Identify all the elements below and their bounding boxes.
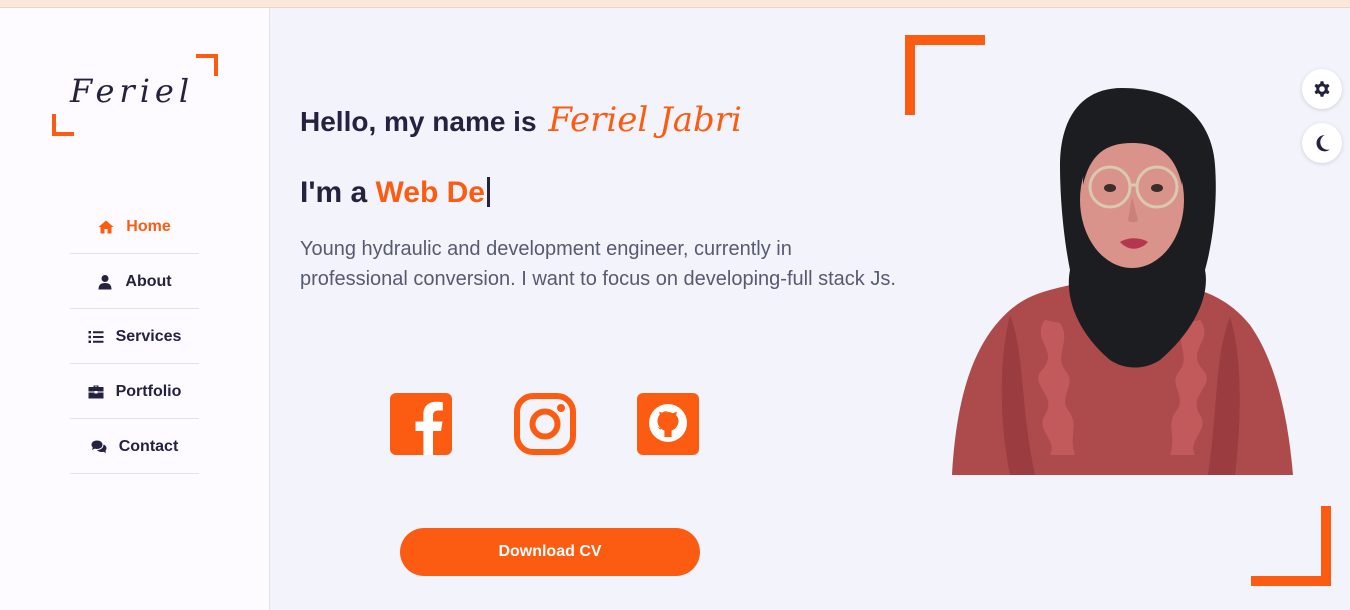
moon-icon bbox=[1316, 135, 1330, 152]
user-icon bbox=[98, 274, 112, 289]
instagram-link[interactable] bbox=[514, 393, 576, 455]
theme-toggle[interactable] bbox=[1302, 123, 1342, 163]
logo-corner-bottom-left bbox=[52, 114, 74, 136]
chat-icon bbox=[91, 440, 107, 453]
role-prefix: I'm a bbox=[300, 176, 368, 209]
browser-top-strip bbox=[0, 0, 1350, 8]
github-link[interactable] bbox=[637, 393, 699, 455]
main-nav: Home About Services Portfolio Contact bbox=[70, 200, 199, 475]
nav-item-about[interactable]: About bbox=[70, 255, 199, 309]
instagram-icon bbox=[514, 393, 576, 455]
home-icon bbox=[98, 220, 114, 233]
nav-item-contact[interactable]: Contact bbox=[70, 420, 199, 474]
nav-label-home: Home bbox=[126, 217, 171, 235]
facebook-icon bbox=[390, 393, 452, 455]
github-icon bbox=[637, 393, 699, 455]
nav-label-contact: Contact bbox=[118, 437, 179, 455]
hero-name: Feriel Jabri bbox=[548, 100, 742, 140]
nav-label-about: About bbox=[125, 272, 172, 290]
typing-cursor bbox=[486, 177, 490, 207]
logo[interactable]: Feriel bbox=[52, 54, 218, 136]
hero-description: Young hydraulic and development engineer… bbox=[300, 238, 896, 290]
nav-label-portfolio: Portfolio bbox=[115, 382, 182, 400]
frame-corner-bottom-right bbox=[1251, 506, 1331, 586]
logo-corner-top-right bbox=[196, 54, 218, 76]
role-typed-text: Web De bbox=[375, 176, 485, 209]
hero-greeting: Hello, my name is Feriel Jabri bbox=[300, 100, 742, 140]
gear-icon bbox=[1314, 81, 1330, 97]
greeting-text: Hello, my name is bbox=[300, 106, 537, 137]
download-cv-button[interactable]: Download CV bbox=[400, 528, 700, 576]
nav-item-home[interactable]: Home bbox=[70, 200, 199, 254]
profile-photo bbox=[952, 88, 1293, 475]
sidebar: Feriel Home About Services Portfolio Con… bbox=[0, 8, 270, 610]
nav-item-services[interactable]: Services bbox=[70, 310, 199, 364]
nav-item-portfolio[interactable]: Portfolio bbox=[70, 365, 199, 419]
hero-role: I'm a Web De bbox=[300, 176, 490, 210]
facebook-link[interactable] bbox=[390, 393, 452, 455]
settings-toggle[interactable] bbox=[1302, 69, 1342, 109]
nav-label-services: Services bbox=[115, 327, 182, 345]
logo-text: Feriel bbox=[70, 72, 195, 110]
list-icon bbox=[88, 330, 104, 343]
briefcase-icon bbox=[88, 385, 104, 398]
